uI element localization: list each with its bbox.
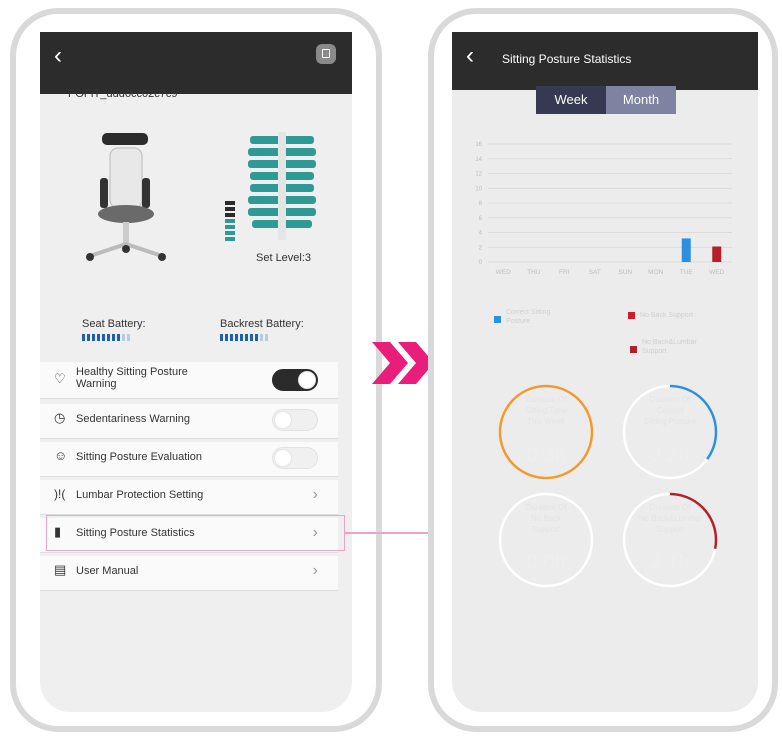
legend-label: No Back&Lumbar	[642, 339, 697, 346]
legend-swatch-no-back	[628, 312, 635, 319]
device-icon[interactable]	[316, 44, 336, 64]
menu-label: Lumbar Protection Setting	[76, 489, 204, 501]
x-tick-label: WED	[709, 269, 724, 276]
ring-caption-line: No Back&Lumbar	[638, 514, 702, 523]
clock-icon: ◷	[54, 410, 66, 425]
chevron-right-icon: ›	[312, 562, 318, 579]
legend-label: Posture	[506, 318, 531, 325]
x-tick-label: THU	[527, 269, 541, 276]
ring-caption-line: Sitting Time	[525, 406, 567, 415]
back-button[interactable]: ‹	[466, 44, 474, 68]
ring-caption: Duration Of No Back&Lumbar Support	[625, 502, 715, 535]
ring-caption-line: Correct	[656, 406, 684, 415]
bar	[712, 246, 722, 262]
right-app-bar: ‹ Sitting Posture Statistics	[452, 32, 758, 90]
menu-sedentariness-warning[interactable]: ◷ Sedentariness Warning	[40, 404, 338, 439]
bar	[681, 238, 691, 262]
y-tick-label: 0	[479, 260, 483, 266]
tab-month[interactable]: Month	[606, 86, 676, 114]
x-tick-label: WED	[496, 269, 511, 276]
ring-value: 3.2h	[650, 444, 690, 466]
legend-label: Support	[642, 348, 667, 355]
ring-value: 2.1h	[650, 552, 690, 574]
ring-caption-line: No Back	[530, 514, 562, 523]
highlight-box	[46, 515, 345, 551]
ring-caption: Duration Of Correct Sitting Posture	[625, 394, 715, 427]
ring-caption-line: Sitting Posture	[643, 417, 697, 426]
y-tick-label: 4	[479, 231, 483, 237]
legend-no-back-lumbar: No Back&Lumbar Support	[642, 338, 697, 356]
menu-label: Healthy Sitting Posture	[76, 366, 188, 378]
heart-icon: ♡	[54, 371, 66, 386]
period-tabs: Week Month	[536, 86, 676, 114]
legend-swatch-correct	[494, 316, 501, 323]
y-tick-label: 2	[479, 245, 483, 251]
smile-icon: ☺	[54, 448, 68, 463]
legend-correct: Correct Sitting Posture	[506, 308, 550, 326]
y-tick-label: 10	[475, 186, 482, 192]
menu-label: User Manual	[76, 565, 139, 577]
menu-label-line2: Warning	[76, 378, 117, 390]
legend-label: No Back Support	[640, 312, 693, 319]
legend-swatch-no-back-lumbar	[630, 346, 637, 353]
y-tick-label: 16	[475, 142, 482, 148]
left-app-bar: ‹	[40, 32, 352, 94]
y-tick-label: 8	[479, 201, 483, 207]
ring-caption-line: Duration Of	[649, 395, 691, 404]
sedentariness-toggle[interactable]	[272, 409, 318, 431]
menu-posture-evaluation[interactable]: ☺ Sitting Posture Evaluation	[40, 442, 338, 477]
back-button[interactable]: ‹	[54, 44, 62, 68]
ring-caption-line: Duration Of	[525, 503, 567, 512]
menu-lumbar-protection[interactable]: )!( Lumbar Protection Setting ›	[40, 480, 338, 515]
level-indicator	[225, 201, 235, 241]
right-phone-screen	[452, 32, 758, 712]
ring-caption: Duration Of Sitting Time This Week	[501, 394, 591, 427]
x-tick-label: SAT	[589, 269, 601, 276]
chair-image	[86, 133, 166, 261]
set-level-label: Set Level:3	[256, 252, 312, 264]
chevron-right-icon: ›	[312, 486, 318, 503]
ring-caption-line: This Week	[527, 417, 565, 426]
healthy-posture-toggle[interactable]	[272, 369, 318, 391]
tab-week[interactable]: Week	[536, 86, 606, 114]
x-tick-label: MON	[648, 269, 663, 276]
posture-evaluation-toggle[interactable]	[272, 447, 318, 469]
posture-bar-chart: 16 14 12 10 8 6 4 2 0 WED THU FRI SAT SUN MON TUE WED	[475, 142, 732, 276]
menu-user-manual[interactable]: ▤ User Manual ›	[40, 556, 338, 591]
y-tick-label: 12	[475, 172, 482, 178]
ring-value: 0.0h	[526, 552, 566, 574]
x-tick-label: FRI	[559, 269, 570, 276]
seat-battery-label: Seat Battery:	[82, 318, 146, 330]
page-title: Sitting Posture Statistics	[502, 52, 632, 66]
y-tick-label: 6	[479, 216, 483, 222]
x-tick-label: TUE	[680, 269, 694, 276]
ring-value: 0.3h	[526, 444, 566, 466]
manual-icon: ▤	[54, 562, 67, 577]
ring-caption: Duration Of No Back Support	[501, 502, 591, 535]
backrest-battery-bar	[220, 334, 268, 341]
x-tick-label: SUN	[618, 269, 632, 276]
menu-healthy-posture-warning[interactable]: ♡ Healthy Sitting Posture Warning	[40, 362, 338, 399]
ring-caption-line: Support	[531, 525, 561, 534]
backrest-battery-label: Backrest Battery:	[220, 318, 304, 330]
ring-caption-line: Duration Of	[649, 503, 691, 512]
menu-label: Sitting Posture Evaluation	[76, 451, 202, 463]
y-tick-label: 14	[475, 157, 482, 163]
ring-caption-line: Support	[655, 525, 685, 534]
lumbar-icon: )!(	[54, 487, 66, 501]
menu-label: Sedentariness Warning	[76, 413, 190, 425]
legend-label: Correct Sitting	[506, 309, 551, 316]
backrest-level-graphic	[248, 132, 316, 240]
legend-no-back: No Back Support	[640, 311, 693, 320]
seat-battery-bar	[82, 334, 130, 341]
device-name: POFIT_ddd6cc02c7c9	[68, 88, 178, 100]
ring-caption-line: Duration Of	[525, 395, 567, 404]
